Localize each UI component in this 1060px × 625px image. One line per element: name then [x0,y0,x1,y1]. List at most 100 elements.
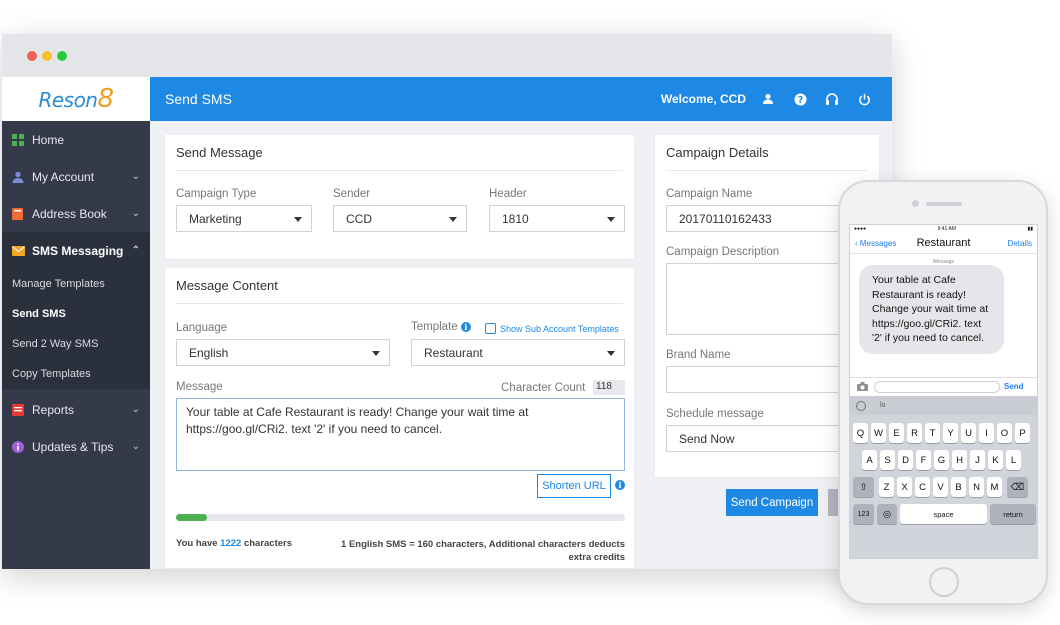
space-key[interactable]: space [900,504,987,524]
phone-screen: ●●●● 9:41 AM ▮▮ ‹ Messages Restaurant De… [849,224,1038,559]
show-sub-label: Show Sub Account Templates [500,323,619,334]
welcome-text: Welcome, CCD [660,92,746,106]
key-a[interactable]: A [862,450,877,470]
keyboard-row-4: 123 ◎ space return [853,504,1036,524]
language-select[interactable]: English [176,339,390,366]
key-y[interactable]: Y [943,423,958,443]
template-label: Template i [411,321,471,333]
brand-name-label: Brand Name [666,349,731,361]
key-k[interactable]: K [988,450,1003,470]
key-l[interactable]: L [1006,450,1021,470]
key-s[interactable]: S [880,450,895,470]
sidebar-item-label: Updates & Tips [32,439,114,454]
suggestion-word[interactable]: lo [880,402,885,409]
sidebar-item-label: Reports [32,402,75,417]
caret-down-icon [294,217,302,222]
numbers-key[interactable]: 123 [853,504,874,524]
sidebar-item-label: Address Book [32,206,107,221]
key-o[interactable]: O [997,423,1012,443]
submenu-send-2-way-sms[interactable]: Send 2 Way SMS [2,329,150,359]
chevron-down-icon: ⌄ [131,171,140,182]
sidebar-item-sms-messaging[interactable]: SMS Messaging ⌃ [2,232,150,269]
report-icon [12,403,26,416]
key-p[interactable]: P [1015,423,1030,443]
character-progress-fill [176,514,208,521]
key-n[interactable]: N [969,477,984,497]
globe-icon[interactable]: ◎ [877,504,897,524]
sidebar-item-home[interactable]: Home [2,121,150,158]
backspace-key[interactable]: ⌫ [1007,477,1028,497]
maximize-dot-icon[interactable] [57,51,67,61]
submenu-send-sms[interactable]: Send SMS [2,299,150,329]
key-m[interactable]: M [987,477,1002,497]
shorten-url-button[interactable]: Shorten URL [537,474,611,498]
info-icon[interactable]: i [615,480,625,490]
headset-icon[interactable] [816,92,848,106]
sidebar-item-reports[interactable]: Reports ⌄ [2,391,150,428]
submenu-manage-templates[interactable]: Manage Templates [2,269,150,299]
sender-value: CCD [346,212,372,226]
character-count-value: 118 [593,380,625,395]
sender-label: Sender [333,188,371,200]
show-sub-checkbox[interactable] [485,323,496,334]
message-input[interactable] [874,380,1000,393]
send-campaign-button[interactable]: Send Campaign [726,489,818,516]
send-button[interactable]: Send [1004,382,1024,391]
key-v[interactable]: V [933,477,948,497]
key-j[interactable]: J [970,450,985,470]
key-f[interactable]: F [916,450,931,470]
svg-text:?: ? [797,94,802,105]
header-select[interactable]: 1810 [489,205,625,232]
submenu-copy-templates[interactable]: Copy Templates [2,359,150,389]
key-c[interactable]: C [915,477,930,497]
key-r[interactable]: R [907,423,922,443]
key-u[interactable]: U [961,423,976,443]
key-b[interactable]: B [951,477,966,497]
camera-icon[interactable] [857,382,868,393]
user-icon[interactable] [752,93,784,105]
shift-key[interactable]: ⇧ [853,477,874,497]
campaign-type-value: Marketing [189,212,242,226]
messages-header: ‹ Messages Restaurant Details [850,234,1037,254]
key-i[interactable]: I [979,423,994,443]
power-icon[interactable] [848,93,880,106]
sidebar-item-my-account[interactable]: My Account ⌄ [2,158,150,195]
key-e[interactable]: E [889,423,904,443]
sidebar-item-address-book[interactable]: Address Book ⌄ [2,195,150,232]
key-g[interactable]: G [934,450,949,470]
caret-down-icon [607,351,615,356]
sender-select[interactable]: CCD [333,205,467,232]
logo[interactable]: Reson8 [2,77,150,121]
details-button[interactable]: Details [1008,239,1032,248]
template-select[interactable]: Restaurant [411,339,625,366]
window-titlebar [2,34,892,77]
sidebar: Home My Account ⌄ Address Book ⌄ SMS Mes… [2,121,150,569]
key-z[interactable]: Z [879,477,894,497]
sidebar-item-updates-tips[interactable]: Updates & Tips ⌄ [2,428,150,465]
return-key[interactable]: return [990,504,1036,524]
phone-mockup: ●●●● 9:41 AM ▮▮ ‹ Messages Restaurant De… [838,180,1048,605]
campaign-type-select[interactable]: Marketing [176,205,312,232]
key-t[interactable]: T [925,423,940,443]
key-q[interactable]: Q [853,423,868,443]
keyboard-row-2: ASDFGHJKL [862,450,1021,470]
chevron-down-icon: ⌄ [131,441,140,452]
user-icon [12,171,26,183]
key-x[interactable]: X [897,477,912,497]
show-sub-account-templates[interactable]: Show Sub Account Templates [485,323,619,334]
info-icon[interactable]: i [460,322,471,332]
help-icon[interactable]: ? [784,92,816,106]
home-button[interactable] [929,567,959,597]
key-d[interactable]: D [898,450,913,470]
campaign-name-label: Campaign Name [666,188,753,200]
minimize-dot-icon[interactable] [42,51,52,61]
emoji-icon[interactable] [856,400,866,411]
key-h[interactable]: H [952,450,967,470]
sidebar-item-label: My Account [32,169,95,184]
close-dot-icon[interactable] [27,51,37,61]
book-icon [12,207,26,220]
message-textarea[interactable]: Your table at Cafe Restaurant is ready! … [176,398,625,471]
key-w[interactable]: W [871,423,886,443]
logo-text: Reson8 [38,84,114,114]
chevron-down-icon: ⌄ [131,404,140,415]
